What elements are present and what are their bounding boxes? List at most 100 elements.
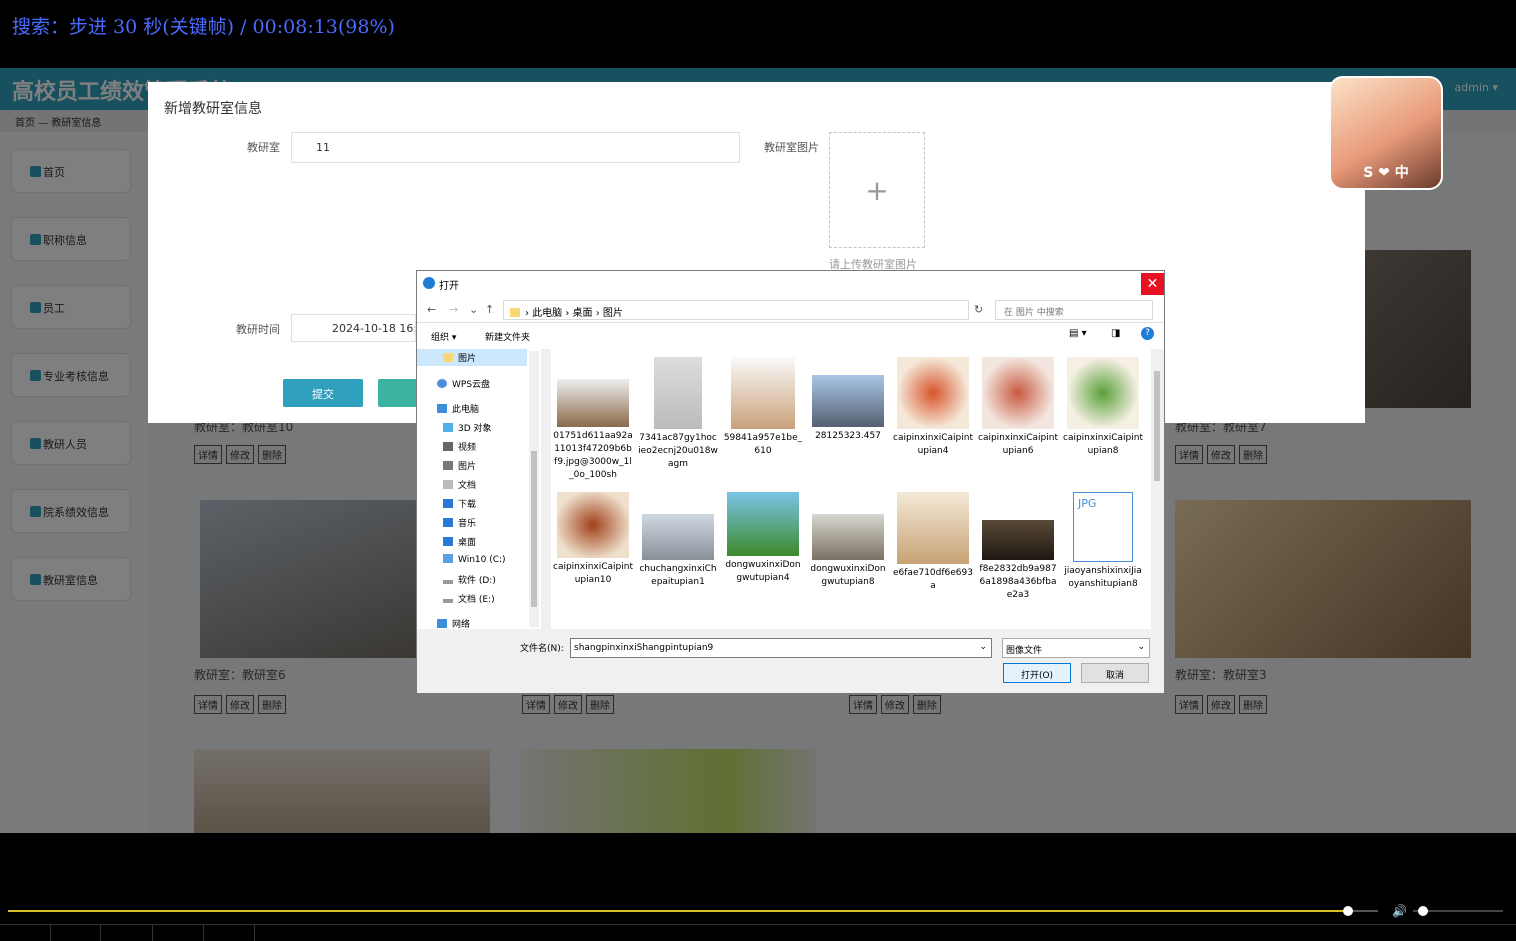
dialog-toolbar: 组织 ▾ 新建文件夹 ▤ ▾ ◨ ? (417, 323, 1164, 349)
search-input[interactable]: 在 图片 中搜索 (995, 300, 1153, 320)
file-item[interactable]: caipinxinxiCaipintupian10 (553, 492, 633, 587)
new-folder-button[interactable]: 新建文件夹 (485, 330, 530, 343)
status-divider (152, 925, 153, 941)
file-name: 7341ac87gy1hocieo2ecnj20u018wagm (638, 433, 718, 469)
view-icon[interactable]: ▤ ▾ (1069, 328, 1087, 339)
submit-button[interactable]: 提交 (283, 379, 363, 407)
file-item[interactable]: caipinxinxiCaipintupian6 (978, 357, 1058, 458)
file-thumbnail (727, 492, 799, 556)
tree-item-drive-c[interactable]: Win10 (C:) (443, 554, 506, 565)
open-button[interactable]: 打开(O) (1003, 663, 1071, 683)
status-divider (203, 925, 204, 941)
room-image-label: 教研室图片 (764, 141, 819, 154)
filename-label: 文件名(N): (520, 644, 564, 654)
file-name: dongwuxinxiDongwutupian4 (725, 560, 801, 583)
tree-label: 软件 (D:) (458, 576, 496, 586)
seek-knob[interactable] (1343, 906, 1353, 916)
file-thumbnail (642, 514, 714, 560)
cloud-icon (437, 379, 447, 388)
close-button[interactable]: ✕ (1141, 273, 1164, 295)
tree-item-this-pc[interactable]: 此电脑 (437, 402, 479, 415)
cancel-button[interactable]: 取消 (1081, 663, 1149, 683)
filetype-select[interactable]: 图像文件 ⌄ (1002, 638, 1150, 658)
file-item[interactable]: chuchangxinxiChepaitupian1 (638, 492, 718, 589)
reset-button[interactable] (378, 379, 418, 407)
time-input[interactable]: 2024-10-18 16:4 (291, 314, 416, 342)
back-icon[interactable]: ← (427, 303, 436, 316)
tree-item-network[interactable]: 网络 (437, 617, 470, 629)
file-item[interactable]: 7341ac87gy1hocieo2ecnj20u018wagm (638, 357, 718, 471)
tree-item-pictures-quick[interactable]: 图片 (417, 349, 527, 366)
refresh-icon[interactable]: ↻ (974, 303, 983, 316)
file-thumbnail (812, 514, 884, 560)
file-item[interactable]: dongwuxinxiDongwutupian4 (723, 492, 803, 585)
status-divider (254, 925, 255, 941)
up-icon[interactable]: ↑ (485, 303, 494, 316)
address-bar: ← → ⌄ ↑ › 此电脑 › 桌面 › 图片 ↻ 在 图片 中搜索 (417, 297, 1164, 323)
recent-icon[interactable]: ⌄ (469, 303, 478, 316)
tree-scrollbar[interactable] (529, 351, 539, 627)
volume-icon[interactable]: 🔊 (1392, 904, 1407, 918)
path-segment[interactable]: 桌面 (573, 308, 593, 319)
volume-knob[interactable] (1418, 906, 1428, 916)
filename-input[interactable]: shangpinxinxiShangpintupian9 ⌄ (570, 638, 992, 658)
room-label: 教研室 (247, 141, 280, 154)
grid-scrollbar[interactable] (1152, 351, 1162, 627)
file-item[interactable]: caipinxinxiCaipintupian8 (1063, 357, 1143, 458)
status-divider (50, 925, 51, 941)
file-item[interactable]: f8e2832db9a9876a1898a436bfbae2a3 (978, 492, 1058, 602)
plus-icon: + (865, 173, 889, 207)
tree-label: 下载 (458, 500, 477, 510)
tree-item-music[interactable]: 音乐 (443, 516, 476, 529)
tree-item-drive-d[interactable]: 软件 (D:) (443, 573, 496, 586)
tree-label: 文档 (458, 481, 477, 491)
path-segment[interactable]: 此电脑 (532, 308, 562, 319)
floating-avatar[interactable]: S ❤ 中 (1329, 76, 1443, 190)
file-thumbnail (654, 357, 702, 429)
file-item[interactable]: JPG jiaoyanshixinxiJiaoyanshitupian8 (1063, 492, 1143, 591)
scroll-thumb[interactable] (1154, 371, 1160, 481)
path-segment[interactable]: 图片 (603, 308, 623, 319)
player-osd-text: 搜索：步进 30 秒(关键帧) / 00:08:13(98%) (12, 16, 395, 38)
seek-bar-played[interactable] (8, 910, 1348, 912)
file-grid: 01751d611aa92a11013f47209b6bf9.jpg@3000w… (551, 349, 1151, 629)
room-input[interactable]: 11 (291, 132, 740, 163)
file-name: caipinxinxiCaipintupian10 (553, 562, 633, 585)
folder-icon (443, 353, 453, 362)
tree-item-downloads[interactable]: 下载 (443, 497, 476, 510)
path-box[interactable]: › 此电脑 › 桌面 › 图片 (503, 300, 969, 320)
dialog-titlebar: 打开 (417, 271, 1164, 297)
file-item[interactable]: 59841a957e1be_610 (723, 357, 803, 458)
file-name: 59841a957e1be_610 (723, 433, 803, 456)
tree-label: 文档 (E:) (458, 595, 495, 605)
file-name: dongwuxinxiDongwutupian8 (810, 564, 886, 587)
file-item[interactable]: dongwuxinxiDongwutupian8 (808, 492, 888, 589)
browser-logo-icon (423, 277, 435, 289)
scroll-thumb[interactable] (531, 451, 537, 607)
file-item[interactable]: caipinxinxiCaipintupian4 (893, 357, 973, 458)
file-item[interactable]: 01751d611aa92a11013f47209b6bf9.jpg@3000w… (553, 357, 633, 482)
dialog-footer: 文件名(N): shangpinxinxiShangpintupian9 ⌄ 图像… (417, 629, 1164, 693)
chevron-down-icon[interactable]: ⌄ (979, 642, 987, 652)
file-name: 28125323.457 (815, 431, 881, 441)
music-icon (443, 518, 453, 527)
tree-item-pictures[interactable]: 图片 (443, 459, 476, 472)
tree-item-documents[interactable]: 文档 (443, 478, 476, 491)
file-name: f8e2832db9a9876a1898a436bfbae2a3 (979, 564, 1057, 600)
organize-menu[interactable]: 组织 ▾ (431, 330, 456, 343)
tree-item-desktop[interactable]: 桌面 (443, 535, 476, 548)
image-upload[interactable]: + (829, 132, 925, 248)
tree-item-wps[interactable]: WPS云盘 (437, 377, 490, 390)
forward-icon[interactable]: → (449, 303, 458, 316)
file-item[interactable]: e6fae710df6e693a (893, 492, 973, 593)
file-item[interactable]: 28125323.457 (808, 357, 888, 443)
tree-label: 视频 (458, 443, 477, 453)
preview-pane-icon[interactable]: ◨ (1111, 328, 1120, 339)
computer-icon (437, 404, 447, 413)
tree-item-drive-e[interactable]: 文档 (E:) (443, 592, 495, 605)
tree-label: 图片 (458, 462, 477, 472)
help-icon[interactable]: ? (1141, 327, 1154, 340)
tree-item-3d[interactable]: 3D 对象 (443, 421, 492, 434)
tree-label: 网络 (452, 620, 471, 629)
tree-item-videos[interactable]: 视频 (443, 440, 476, 453)
